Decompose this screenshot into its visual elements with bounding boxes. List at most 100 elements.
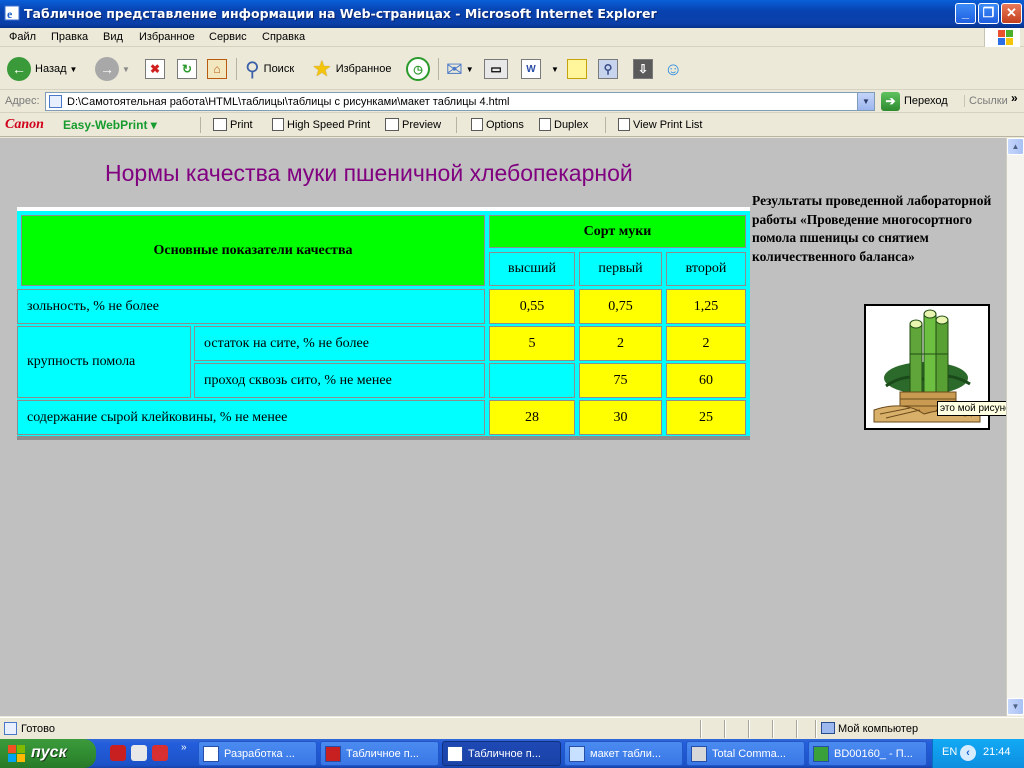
favorites-button[interactable]: ★ Избранное bbox=[312, 56, 391, 82]
taskbar: пуск » Разработка ... Табличное п... Таб… bbox=[0, 739, 1024, 768]
title-bar: e Табличное представление информации на … bbox=[0, 0, 1024, 28]
messenger-button[interactable]: ☺ bbox=[664, 56, 682, 82]
toolbar-separator bbox=[605, 117, 606, 133]
language-indicator[interactable]: EN bbox=[942, 746, 957, 758]
links-chevron-icon[interactable]: » bbox=[1011, 91, 1018, 105]
start-button[interactable]: пуск bbox=[0, 739, 96, 768]
paint-icon bbox=[813, 745, 829, 762]
print-button[interactable]: ▭ bbox=[484, 56, 508, 82]
download-icon: ⇩ bbox=[633, 59, 653, 79]
forward-arrow-icon: → bbox=[95, 57, 119, 81]
toolbar-separator bbox=[438, 58, 439, 80]
scroll-down-icon[interactable]: ▼ bbox=[1007, 698, 1024, 715]
preview-icon bbox=[385, 118, 399, 131]
chevron-down-icon: ▼ bbox=[465, 64, 474, 74]
options-icon bbox=[471, 118, 483, 131]
ie-icon: e bbox=[4, 5, 20, 21]
tray-expand-icon[interactable]: ‹ bbox=[960, 745, 976, 761]
refresh-icon: ↻ bbox=[177, 59, 197, 79]
maximize-button[interactable]: ❐ bbox=[978, 3, 999, 24]
address-input[interactable]: D:\Самотоятельная работа\HTML\таблицы\та… bbox=[45, 92, 875, 111]
menu-file[interactable]: Файл bbox=[9, 31, 36, 43]
back-button[interactable]: ← Назад ▼ bbox=[7, 56, 77, 82]
row-passage-label: проход сквозь сито, % не менее bbox=[194, 363, 485, 398]
list-icon bbox=[618, 118, 630, 131]
menu-tools[interactable]: Сервис bbox=[209, 31, 247, 43]
vertical-scrollbar[interactable]: ▲ ▼ bbox=[1006, 138, 1024, 716]
go-button[interactable]: Переход bbox=[904, 95, 948, 107]
gluten-value-second: 25 bbox=[666, 400, 746, 435]
preview-button[interactable]: Preview bbox=[385, 118, 441, 131]
task-button-opera[interactable]: Табличное п... bbox=[320, 741, 439, 766]
gluten-value-first: 30 bbox=[579, 400, 662, 435]
canon-print-button[interactable]: Print bbox=[213, 118, 253, 131]
back-arrow-icon: ← bbox=[7, 57, 31, 81]
task-button-word[interactable]: Разработка ... bbox=[198, 741, 317, 766]
favorites-label: Избранное bbox=[335, 63, 392, 75]
links-button[interactable]: Ссылки bbox=[964, 95, 1008, 107]
edit-button[interactable]: W ▼ bbox=[521, 56, 559, 82]
quicklaunch-opera-icon[interactable] bbox=[110, 745, 126, 761]
high-speed-print-button[interactable]: High Speed Print bbox=[272, 118, 370, 131]
menu-favorites[interactable]: Избранное bbox=[139, 31, 195, 43]
stop-button[interactable]: ✖ bbox=[145, 56, 165, 82]
grade-second: второй bbox=[666, 252, 746, 286]
printer-icon bbox=[213, 118, 227, 131]
duplex-button[interactable]: Duplex bbox=[539, 118, 588, 131]
search-button[interactable]: ⚲ Поиск bbox=[245, 56, 294, 82]
mail-button[interactable]: ✉ ▼ bbox=[446, 56, 474, 82]
grade-first: первый bbox=[579, 252, 662, 286]
window-title: Табличное представление информации на We… bbox=[24, 6, 657, 21]
computer-icon bbox=[821, 722, 835, 734]
quicklaunch-app-icon[interactable] bbox=[131, 745, 147, 761]
page-content: Нормы качества муки пшеничной хлебопекар… bbox=[0, 138, 1019, 716]
tool-button[interactable]: ⇩ bbox=[633, 56, 653, 82]
windows-logo-icon bbox=[984, 28, 1020, 47]
residue-value-first: 2 bbox=[579, 326, 662, 361]
task-button-total-commander[interactable]: Total Comma... bbox=[686, 741, 805, 766]
row-ash-label: зольность, % не более bbox=[17, 289, 485, 324]
minimize-button[interactable]: _ bbox=[955, 3, 976, 24]
scroll-up-icon[interactable]: ▲ bbox=[1007, 138, 1024, 155]
home-button[interactable]: ⌂ bbox=[207, 56, 227, 82]
passage-value-top bbox=[489, 363, 575, 398]
row-grind-label: крупность помола bbox=[17, 326, 191, 398]
task-label: Total Comma... bbox=[712, 747, 786, 760]
canon-logo: Canon bbox=[5, 117, 44, 132]
research-button[interactable]: ⚲ bbox=[598, 56, 618, 82]
passage-value-second: 60 bbox=[666, 363, 746, 398]
high-speed-label: High Speed Print bbox=[287, 118, 371, 131]
menu-view[interactable]: Вид bbox=[103, 31, 123, 43]
task-label: Разработка ... bbox=[224, 747, 295, 760]
close-button[interactable]: ✕ bbox=[1001, 3, 1022, 24]
clock[interactable]: 21:44 bbox=[983, 746, 1011, 758]
quicklaunch-pdf-icon[interactable] bbox=[152, 745, 168, 761]
word-icon: W bbox=[521, 59, 541, 79]
options-button[interactable]: Options bbox=[471, 118, 524, 131]
status-divider bbox=[748, 720, 750, 738]
task-button-ie[interactable]: Табличное п... bbox=[442, 741, 561, 766]
quicklaunch-more-icon[interactable]: » bbox=[181, 742, 187, 753]
address-bar: Адрес: D:\Самотоятельная работа\HTML\таб… bbox=[0, 90, 1024, 113]
easy-webprint-menu[interactable]: Easy-WebPrint ▾ bbox=[63, 118, 157, 132]
residue-value-top: 5 bbox=[489, 326, 575, 361]
task-button-paint[interactable]: BD00160_ - П... bbox=[808, 741, 927, 766]
menu-help[interactable]: Справка bbox=[262, 31, 305, 43]
view-print-list-button[interactable]: View Print List bbox=[618, 118, 703, 131]
task-button-notepad[interactable]: макет табли... bbox=[564, 741, 683, 766]
forward-button[interactable]: → ▼ bbox=[95, 56, 130, 82]
status-bar: Готово Мой компьютер bbox=[0, 717, 1024, 739]
mail-icon: ✉ bbox=[446, 58, 463, 81]
menu-edit[interactable]: Правка bbox=[51, 31, 88, 43]
refresh-button[interactable]: ↻ bbox=[177, 56, 197, 82]
toolbar-separator bbox=[236, 58, 237, 80]
star-icon: ★ bbox=[312, 56, 332, 81]
address-label: Адрес: bbox=[5, 95, 40, 107]
toolbar-separator bbox=[456, 117, 457, 133]
address-dropdown-icon[interactable]: ▼ bbox=[857, 93, 874, 110]
grade-top: высший bbox=[489, 252, 575, 286]
history-button[interactable]: ◷ bbox=[406, 56, 430, 82]
back-label: Назад bbox=[35, 63, 67, 75]
discuss-button[interactable] bbox=[567, 56, 587, 82]
go-arrow-icon[interactable]: ➔ bbox=[881, 92, 900, 111]
